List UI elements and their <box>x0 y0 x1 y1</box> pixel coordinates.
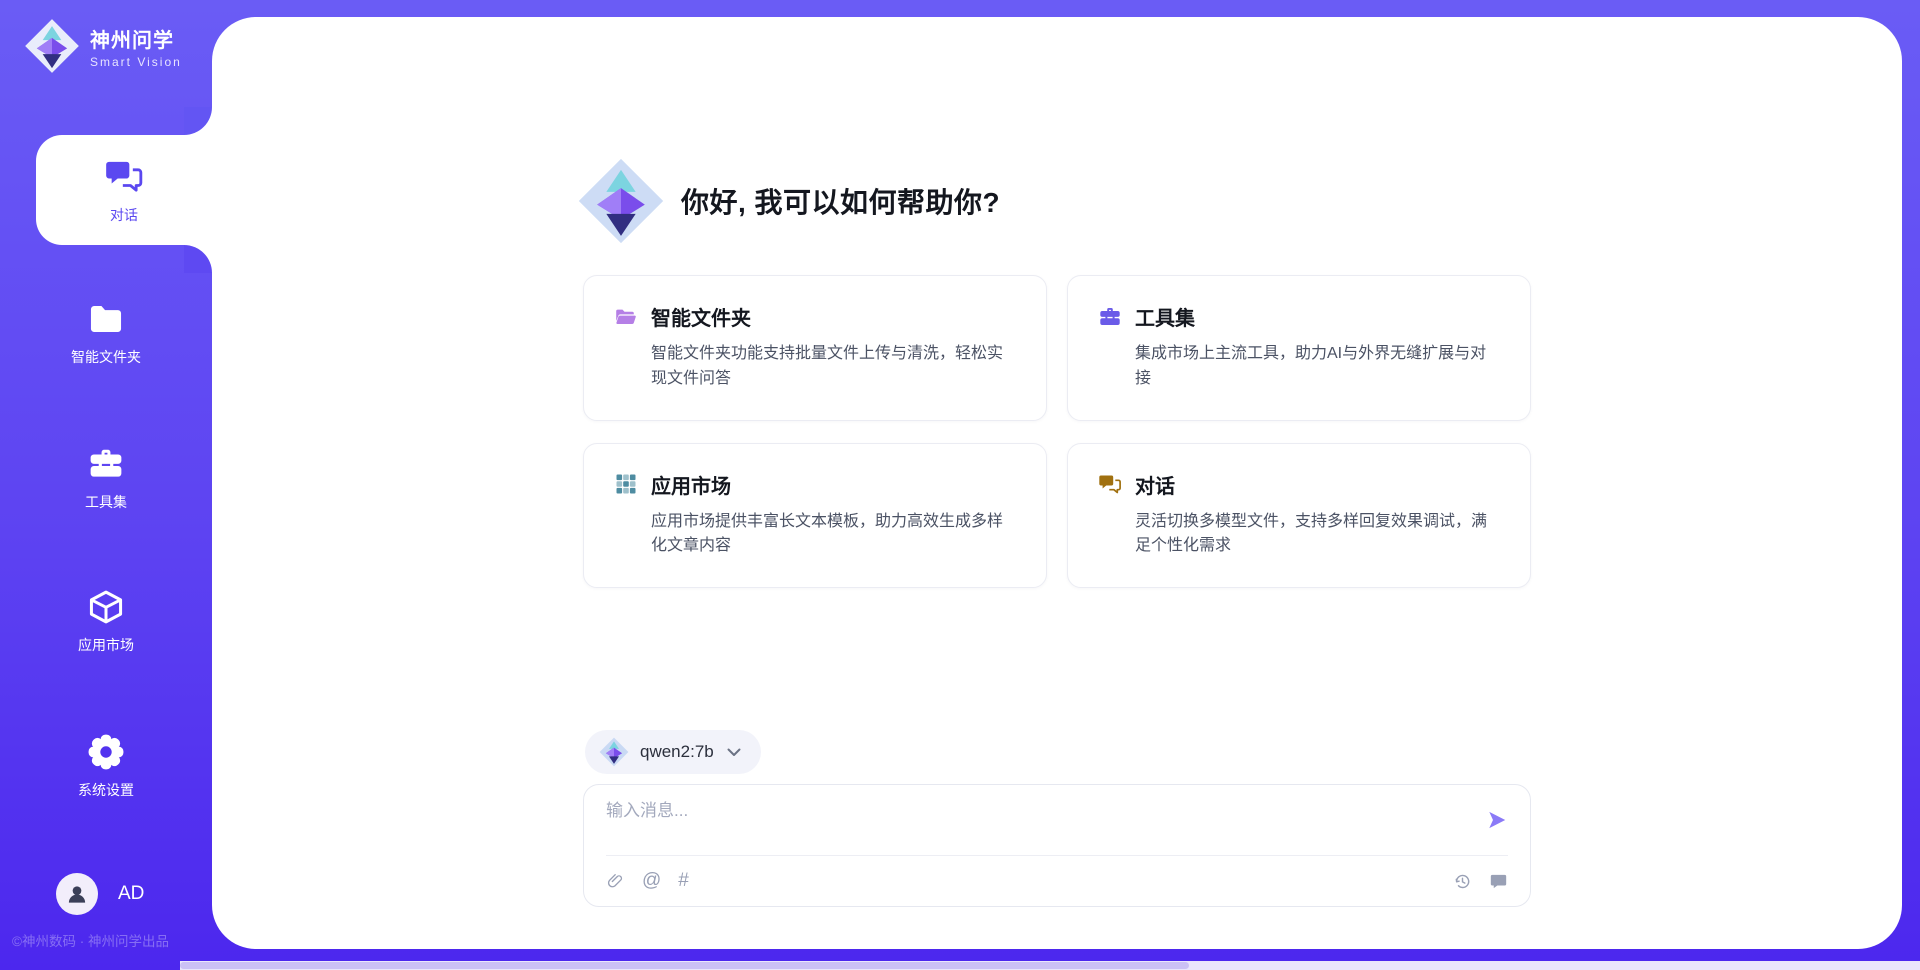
input-row <box>606 801 1508 855</box>
main-content: 你好, 我可以如何帮助你? 智能文件夹 智能文件夹功能支持批量文件上传与清洗，轻… <box>583 17 1531 949</box>
avatar <box>56 873 98 915</box>
message-composer: @ # <box>583 784 1531 907</box>
brand-name: 神州问学 <box>90 24 182 53</box>
message-input[interactable] <box>606 801 1466 821</box>
composer-toolbar: @ # <box>606 856 1508 906</box>
brand-text: 神州问学 Smart Vision <box>90 24 182 69</box>
card-header: 应用市场 <box>614 470 1016 499</box>
card-title: 应用市场 <box>651 470 731 499</box>
feature-cards: 智能文件夹 智能文件夹功能支持批量文件上传与清洗，轻松实现文件问答 工具集 集成… <box>583 275 1531 588</box>
composer: qwen2:7b <box>583 730 1531 907</box>
hash-button[interactable]: # <box>678 870 689 892</box>
brand-subtitle: Smart Vision <box>90 55 182 69</box>
chat-bubble-icon <box>1489 872 1508 891</box>
briefcase-icon <box>87 445 125 483</box>
attachment-button[interactable] <box>606 872 625 891</box>
folder-open-icon <box>614 305 638 329</box>
card-description: 集成市场上主流工具，助力AI与外界无缝扩展与对接 <box>1135 342 1500 392</box>
folder-icon <box>87 300 125 338</box>
model-name: qwen2:7b <box>640 742 714 762</box>
grid-icon <box>614 472 638 496</box>
card-smart-folder[interactable]: 智能文件夹 智能文件夹功能支持批量文件上传与清洗，轻松实现文件问答 <box>583 275 1047 421</box>
person-icon <box>64 881 90 907</box>
greeting-title: 你好, 我可以如何帮助你? <box>681 181 1000 221</box>
toolbar-right <box>1453 872 1508 891</box>
sidebar-item-smart-folder[interactable]: 智能文件夹 <box>0 300 212 372</box>
sidebar-item-label: 系统设置 <box>78 780 134 800</box>
model-selector[interactable]: qwen2:7b <box>585 730 761 774</box>
chevron-down-icon <box>727 748 741 757</box>
card-chat[interactable]: 对话 灵活切换多模型文件，支持多样回复效果调试，满足个性化需求 <box>1067 443 1531 589</box>
cube-icon <box>87 588 125 626</box>
tab-curve-bottom <box>184 245 212 273</box>
card-header: 智能文件夹 <box>614 302 1016 331</box>
user-profile[interactable]: AD <box>56 873 144 915</box>
quick-reply-button[interactable] <box>1489 872 1508 891</box>
sidebar-item-chat[interactable]: 对话 <box>36 135 212 245</box>
chat-bubbles-icon <box>1098 472 1122 496</box>
card-description: 应用市场提供丰富长文本模板，助力高效生成多样化文章内容 <box>651 510 1016 560</box>
paperclip-icon <box>606 872 625 891</box>
toolbar-left: @ # <box>606 870 689 892</box>
card-title: 对话 <box>1135 470 1175 499</box>
sidebar-item-label: 智能文件夹 <box>71 347 141 367</box>
brand: 神州问学 Smart Vision <box>24 18 182 74</box>
sidebar-item-toolset[interactable]: 工具集 <box>0 445 212 517</box>
card-app-market[interactable]: 应用市场 应用市场提供丰富长文本模板，助力高效生成多样化文章内容 <box>583 443 1047 589</box>
card-header: 对话 <box>1098 470 1500 499</box>
model-logo-icon <box>599 737 629 767</box>
chat-bubbles-icon <box>104 156 144 196</box>
card-description: 智能文件夹功能支持批量文件上传与清洗，轻松实现文件问答 <box>651 342 1016 392</box>
sidebar-item-settings[interactable]: 系统设置 <box>0 733 212 805</box>
scrollbar-thumb[interactable] <box>180 962 1189 969</box>
history-icon <box>1453 872 1472 891</box>
mention-button[interactable]: @ <box>642 870 661 892</box>
greeting-block: 你好, 我可以如何帮助你? <box>577 157 1531 245</box>
sidebar: 神州问学 Smart Vision 对话 智能文件夹 工具集 应用市场 系统设置 <box>0 0 212 970</box>
sidebar-item-label: 工具集 <box>85 492 127 512</box>
sidebar-item-app-market[interactable]: 应用市场 <box>0 588 212 660</box>
sidebar-item-label: 应用市场 <box>78 635 134 655</box>
brand-logo-icon <box>24 18 80 74</box>
send-button[interactable] <box>1486 809 1508 834</box>
user-initials: AD <box>118 883 144 905</box>
gear-icon <box>87 733 125 771</box>
card-header: 工具集 <box>1098 302 1500 331</box>
send-icon <box>1486 809 1508 831</box>
horizontal-scrollbar[interactable] <box>180 961 1920 970</box>
card-toolset[interactable]: 工具集 集成市场上主流工具，助力AI与外界无缝扩展与对接 <box>1067 275 1531 421</box>
history-button[interactable] <box>1453 872 1472 891</box>
sidebar-item-label: 对话 <box>110 205 138 225</box>
copyright-text: ©神州数码 · 神州问学出品 <box>12 930 212 950</box>
tab-curve-top <box>184 107 212 135</box>
card-title: 智能文件夹 <box>651 302 751 331</box>
card-description: 灵活切换多模型文件，支持多样回复效果调试，满足个性化需求 <box>1135 510 1500 560</box>
card-title: 工具集 <box>1135 302 1195 331</box>
main-panel: 你好, 我可以如何帮助你? 智能文件夹 智能文件夹功能支持批量文件上传与清洗，轻… <box>212 17 1902 949</box>
assistant-logo-icon <box>577 157 665 245</box>
briefcase-icon <box>1098 305 1122 329</box>
